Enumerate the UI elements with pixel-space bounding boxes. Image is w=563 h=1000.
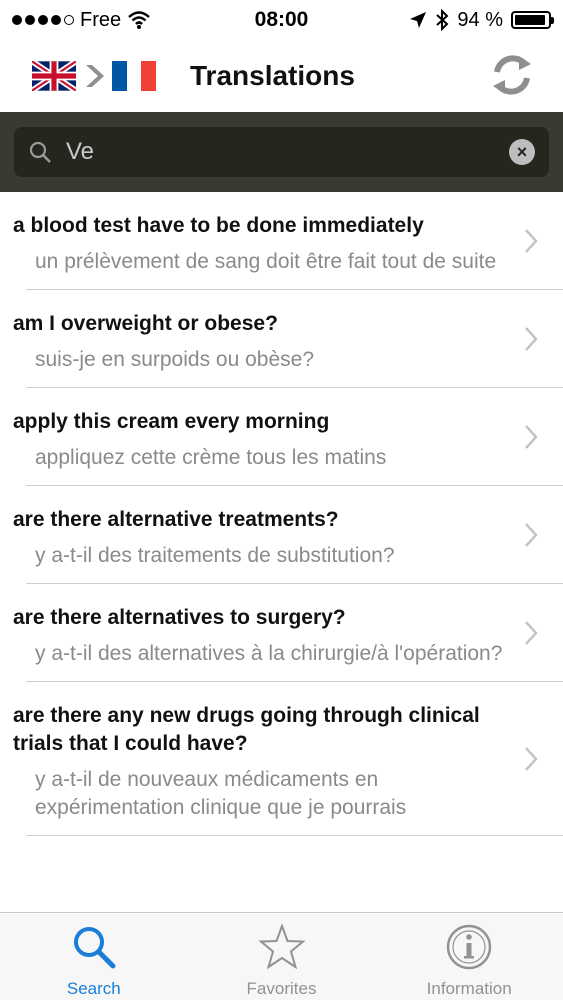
language-pair[interactable]: [32, 61, 157, 91]
list-item[interactable]: are there any new drugs going through cl…: [0, 682, 563, 836]
swap-arrows-icon[interactable]: [487, 50, 537, 100]
phrase-translation: y a-t-il de nouveaux médicaments en expé…: [35, 768, 407, 819]
bluetooth-icon: [436, 9, 449, 31]
status-bar: Free 08:00 94 %: [0, 0, 563, 40]
tab-favorites[interactable]: Favorites: [188, 913, 376, 1000]
search-input[interactable]: [66, 138, 509, 166]
list-item[interactable]: apply this cream every morning appliquez …: [0, 388, 563, 486]
tab-information[interactable]: Information: [375, 913, 563, 1000]
chevron-right-icon: [525, 229, 538, 253]
phrase-english: are there alternatives to surgery?: [13, 606, 346, 629]
phrase-english: am I overweight or obese?: [13, 312, 278, 335]
list-item[interactable]: am I overweight or obese? suis-je en surp…: [0, 290, 563, 388]
battery-icon: [511, 11, 554, 29]
status-left: Free: [12, 9, 212, 32]
tab-search[interactable]: Search: [0, 913, 188, 1000]
tab-label: Favorites: [246, 979, 317, 998]
battery-level: [515, 15, 546, 25]
chevron-right-icon: [525, 425, 538, 449]
carrier-name: Free: [80, 8, 122, 31]
phrase-translation: y a-t-il des alternatives à la chirurgie…: [35, 642, 503, 665]
search-icon: [73, 927, 116, 969]
phrase-translation: y a-t-il des traitements de substitution…: [35, 544, 395, 567]
search-box[interactable]: ×: [14, 127, 549, 177]
phrase-english: a blood test have to be done immediately: [13, 214, 424, 237]
phrase-translation: un prélèvement de sang doit être fait to…: [35, 250, 497, 273]
france-flag-icon: [112, 61, 157, 91]
chevron-right-icon: [525, 747, 538, 771]
list-item[interactable]: a blood test have to be done immediately…: [0, 192, 563, 290]
info-icon: [446, 924, 492, 970]
chevron-right-icon: [525, 523, 538, 547]
phrase-english: are there any new drugs going through cl…: [13, 704, 480, 755]
uk-flag-icon: [32, 61, 76, 91]
signal-icon: [12, 15, 74, 25]
status-right: 94 %: [351, 8, 554, 32]
list-item[interactable]: are there alternative treatments? y a-t-i…: [0, 486, 563, 584]
phrase-translation: suis-je en surpoids ou obèse?: [35, 348, 315, 371]
chevron-right-icon: [525, 621, 538, 645]
chevron-right-icon: [525, 327, 538, 351]
star-icon: [257, 923, 306, 970]
tab-bar: Search Favorites Information: [0, 912, 563, 1000]
nav-bar: Translations: [0, 40, 563, 112]
chevron-right-icon: [86, 65, 104, 87]
translation-list: a blood test have to be done immediately…: [0, 192, 563, 912]
list-item[interactable]: are there alternatives to surgery? y a-t-…: [0, 584, 563, 682]
location-arrow-icon: [410, 12, 427, 28]
tab-label: Search: [66, 979, 121, 998]
page-title: Translations: [190, 60, 355, 91]
phrase-translation: appliquez cette crème tous les matins: [35, 446, 387, 469]
phrase-english: apply this cream every morning: [13, 410, 330, 433]
clear-search-button[interactable]: ×: [509, 139, 535, 165]
tab-label: Information: [426, 979, 512, 998]
battery-percent: 94 %: [457, 8, 503, 31]
status-time: 08:00: [254, 8, 309, 31]
search-icon: [29, 141, 51, 163]
search-bar: ×: [0, 112, 563, 192]
wifi-icon: [128, 11, 150, 29]
phrase-english: are there alternative treatments?: [13, 508, 339, 531]
